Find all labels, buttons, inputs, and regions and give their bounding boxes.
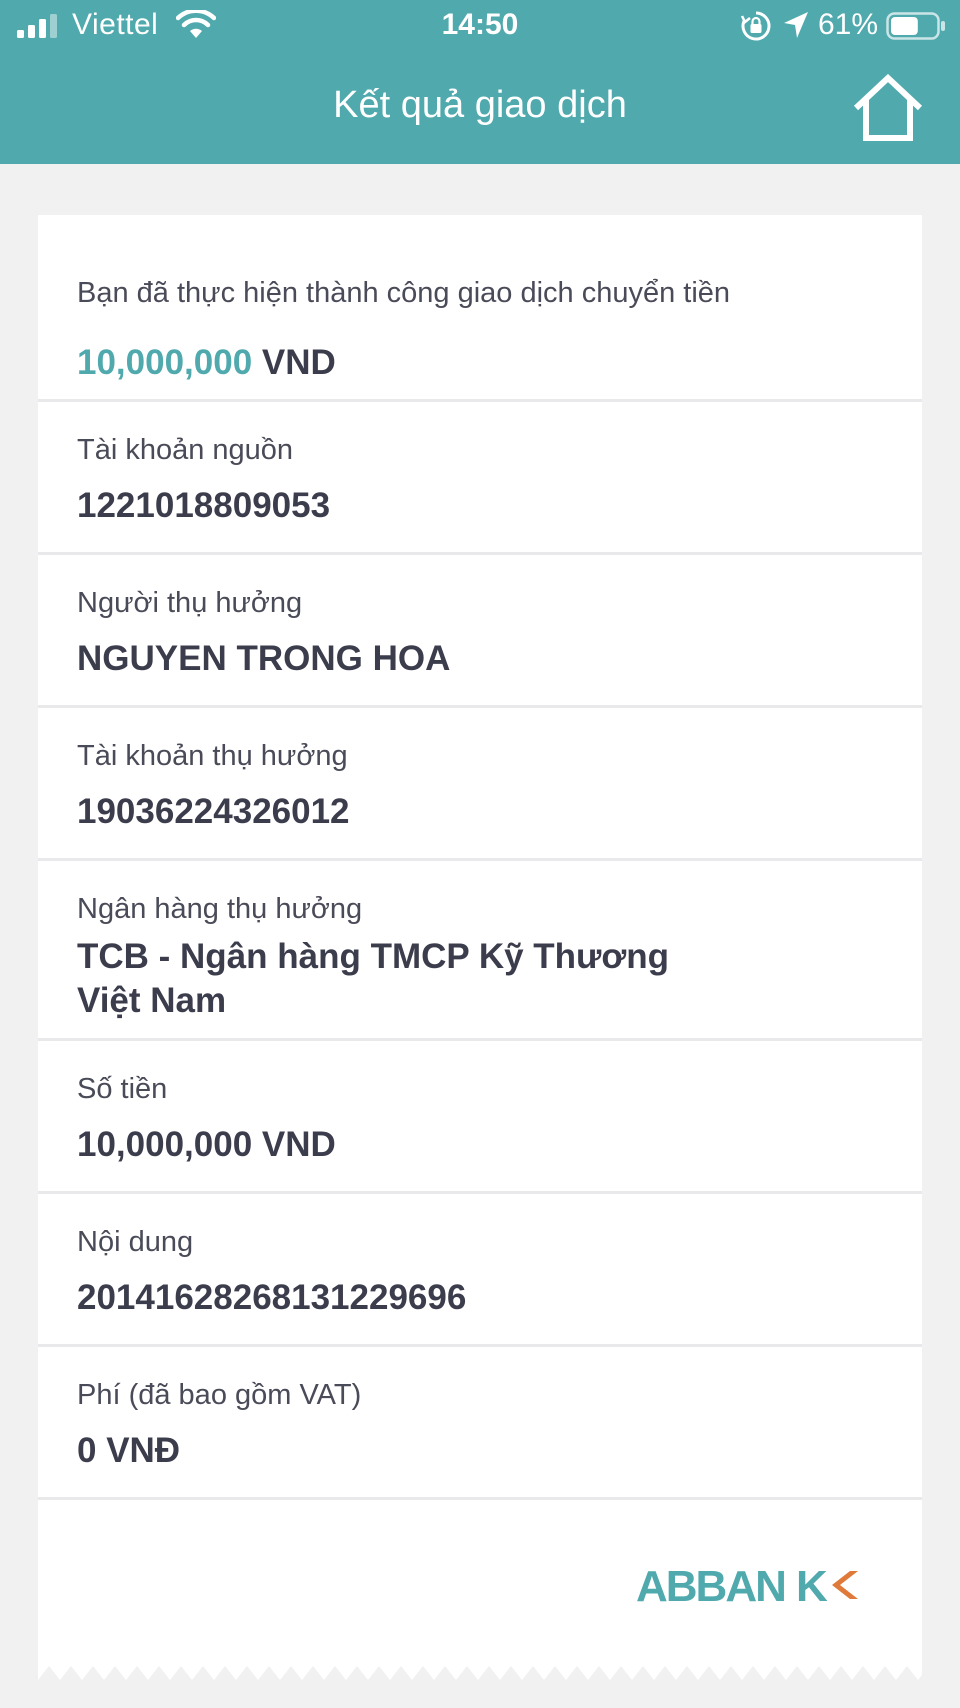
detail-row-content: Nội dung 20141628268131229696: [38, 1194, 922, 1347]
detail-label: Phí (đã bao gồm VAT): [77, 1379, 362, 1411]
detail-value: 0 VNĐ: [77, 1431, 181, 1470]
transfer-amount: 10,000,000 VND: [77, 343, 336, 383]
amount-currency: VND: [261, 343, 336, 382]
transaction-summary: Bạn đã thực hiện thành công giao dịch ch…: [38, 215, 922, 402]
detail-label: Tài khoản thụ hưởng: [77, 740, 348, 772]
home-icon[interactable]: [852, 74, 924, 142]
page-title: Kết quả giao dịch: [333, 84, 627, 126]
detail-row-source-account: Tài khoản nguồn 1221018809053: [38, 402, 922, 555]
amount-number: 10,000,000: [77, 343, 253, 382]
detail-row-beneficiary: Người thụ hưởng NGUYEN TRONG HOA: [38, 555, 922, 708]
detail-row-beneficiary-bank: Ngân hàng thụ hưởng TCB - Ngân hàng TMCP…: [38, 861, 922, 1041]
detail-row-amount: Số tiền 10,000,000 VND: [38, 1041, 922, 1194]
detail-value: NGUYEN TRONG HOA: [77, 639, 451, 678]
detail-label: Tài khoản nguồn: [77, 434, 294, 466]
detail-value: 19036224326012: [77, 792, 350, 831]
detail-value-line2: Việt Nam: [77, 981, 227, 1020]
detail-label: Ngân hàng thụ hưởng: [77, 893, 363, 925]
status-bar: Viettel 14:50 61%: [0, 0, 960, 56]
rotation-lock-icon: [740, 11, 771, 41]
success-message: Bạn đã thực hiện thành công giao dịch ch…: [77, 277, 731, 309]
detail-value: 20141628268131229696: [77, 1278, 467, 1317]
detail-value: 1221018809053: [77, 486, 331, 525]
detail-row-beneficiary-account: Tài khoản thụ hưởng 19036224326012: [38, 708, 922, 861]
battery-icon: [886, 12, 945, 40]
detail-label: Số tiền: [77, 1073, 168, 1105]
transaction-receipt: Bạn đã thực hiện thành công giao dịch ch…: [38, 215, 922, 1680]
detail-value: TCB - Ngân hàng TMCP Kỹ Thương: [77, 937, 670, 976]
location-arrow-icon: [784, 12, 808, 38]
detail-label: Nội dung: [77, 1226, 194, 1258]
detail-row-fee: Phí (đã bao gồm VAT) 0 VNĐ: [38, 1347, 922, 1500]
app-header: Viettel 14:50 61% Kết quả giao dịch: [0, 0, 960, 164]
status-time: 14:50: [441, 8, 519, 41]
svg-text:K: K: [796, 1563, 828, 1607]
abbank-logo: ABBAN K: [636, 1563, 858, 1607]
detail-value: 10,000,000 VND: [77, 1125, 336, 1164]
battery-percentage: 61%: [818, 8, 879, 41]
receipt-torn-edge: [38, 1666, 922, 1680]
detail-label: Người thụ hưởng: [77, 587, 303, 619]
svg-text:ABBAN: ABBAN: [636, 1563, 785, 1607]
